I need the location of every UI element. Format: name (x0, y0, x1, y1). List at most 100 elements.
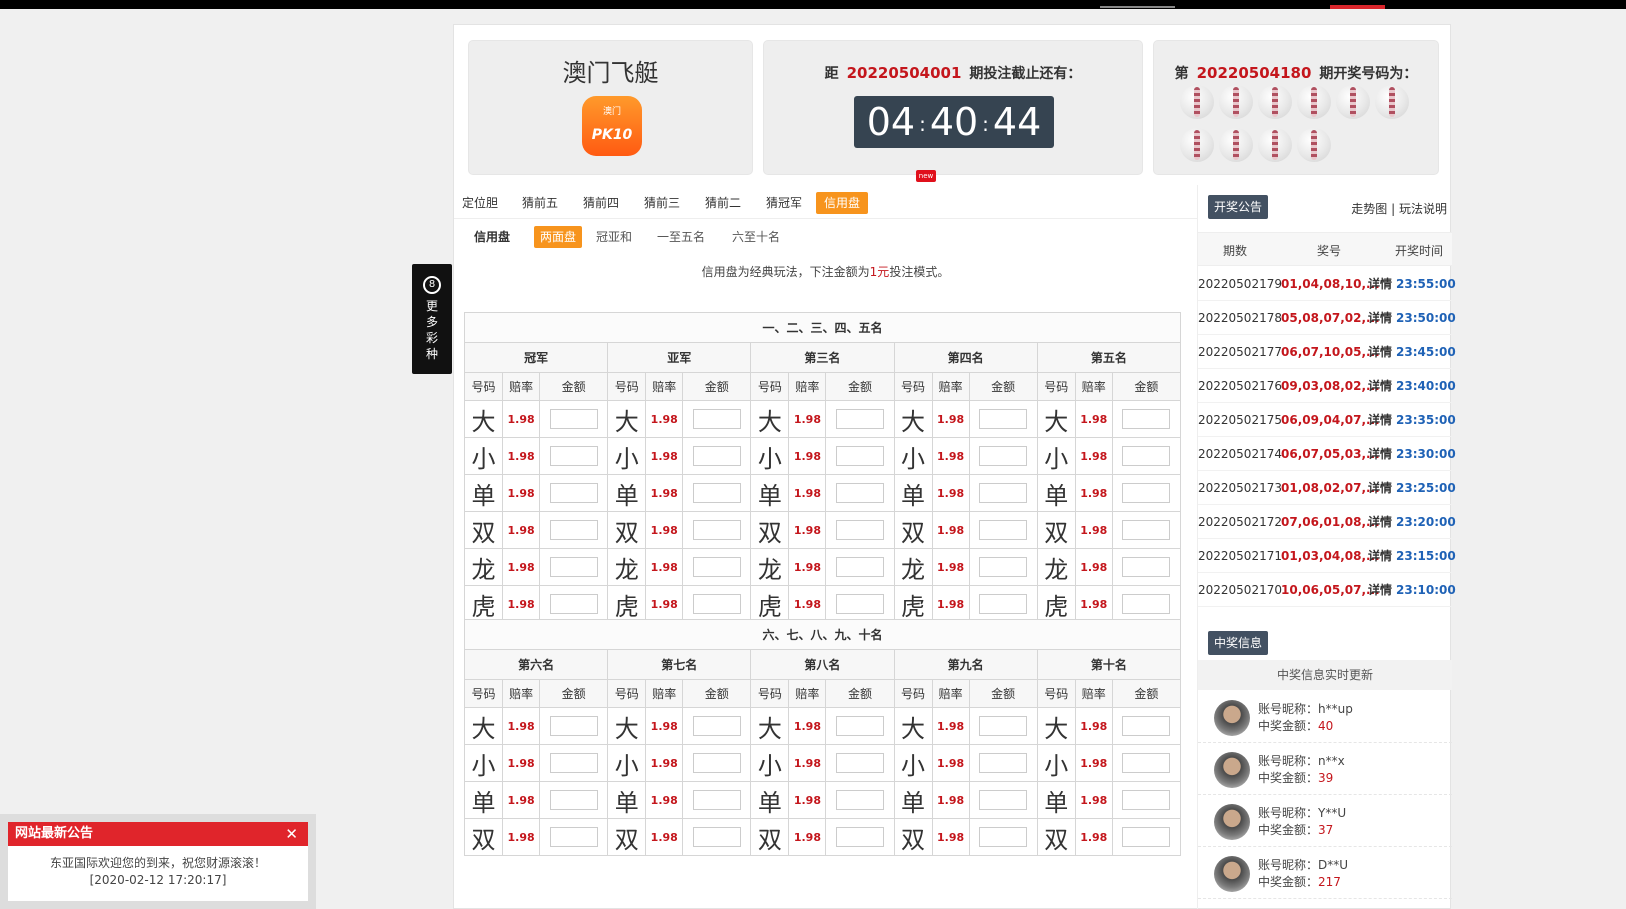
bet-row: 大 1.98 大 1.98 大 1.98 大 1.98 大 1.98 (463, 400, 1182, 438)
tab-0[interactable]: 定位胆 (454, 192, 506, 214)
bet-amount-input[interactable] (979, 557, 1028, 577)
bet-amount-input[interactable] (549, 557, 598, 577)
bet-odds: 1.98 (502, 707, 541, 745)
bet-amount-input[interactable] (692, 409, 741, 429)
tab-1[interactable]: 猜前五 (514, 192, 566, 214)
result-time: 23:15:00 (1396, 549, 1456, 563)
bet-amount-input[interactable] (549, 594, 598, 614)
bet-amount-input[interactable] (979, 520, 1028, 540)
bet-amount-input[interactable] (1122, 520, 1171, 540)
bet-amount-input[interactable] (692, 520, 741, 540)
bet-amount-input[interactable] (692, 557, 741, 577)
bet-amount-input[interactable] (979, 790, 1028, 810)
tab-3[interactable]: 猜前三 (636, 192, 688, 214)
more-lotteries-tab[interactable]: 8 更多彩种 (412, 264, 452, 374)
bet-odds: 1.98 (645, 474, 684, 512)
col-amount-header: 金额 (682, 372, 752, 401)
col-amount-header: 金额 (539, 372, 609, 401)
bet-amount-input[interactable] (692, 827, 741, 847)
bet-amount-input[interactable] (979, 483, 1028, 503)
winner-amount-line: 中奖金额：37 (1258, 821, 1333, 838)
tab-2[interactable]: 猜前四 (575, 192, 627, 214)
bet-amount-input[interactable] (549, 483, 598, 503)
bet-amount-input[interactable] (979, 827, 1028, 847)
subtab-4[interactable]: 六至十名 (726, 226, 786, 248)
amount-cell (1111, 511, 1182, 549)
bet-amount-input[interactable] (692, 446, 741, 466)
tab-5[interactable]: 猜冠军 (758, 192, 810, 214)
last-draw-line: 第 20220504180 期开奖号码为： (1154, 63, 1438, 83)
result-detail-link[interactable]: 详情 (1368, 335, 1392, 369)
bet-amount-input[interactable] (692, 483, 741, 503)
amount-cell (825, 707, 895, 745)
bet-amount-input[interactable] (835, 790, 884, 810)
result-numbers: 01,03,04,08,... (1281, 549, 1380, 563)
bet-amount-input[interactable] (979, 716, 1028, 736)
bet-amount-input[interactable] (835, 753, 884, 773)
result-detail-link[interactable]: 详情 (1368, 403, 1392, 437)
bet-amount-input[interactable] (1122, 594, 1171, 614)
bet-symbol: 双 (750, 511, 790, 549)
bet-odds: 1.98 (1074, 818, 1113, 856)
bet-odds: 1.98 (788, 707, 827, 745)
result-detail-link[interactable]: 详情 (1368, 573, 1392, 607)
result-detail-link[interactable]: 详情 (1368, 505, 1392, 539)
result-detail-link[interactable]: 详情 (1368, 539, 1392, 573)
rules-link[interactable]: 玩法说明 (1399, 202, 1447, 216)
bet-amount-input[interactable] (549, 827, 598, 847)
result-time: 23:45:00 (1396, 345, 1456, 359)
bet-amount-input[interactable] (835, 557, 884, 577)
bet-amount-input[interactable] (549, 716, 598, 736)
bet-amount-input[interactable] (835, 594, 884, 614)
subtab-3[interactable]: 一至五名 (651, 226, 711, 248)
col-amount-header: 金额 (1111, 679, 1182, 708)
result-numbers: 06,09,04,07,... (1281, 413, 1380, 427)
result-detail-link[interactable]: 详情 (1368, 301, 1392, 335)
bet-amount-input[interactable] (549, 409, 598, 429)
bet-amount-input[interactable] (979, 753, 1028, 773)
subtab-2[interactable]: 冠亚和 (590, 226, 638, 248)
bet-amount-input[interactable] (979, 594, 1028, 614)
amount-cell (682, 744, 752, 782)
col-amount-header: 金额 (968, 679, 1038, 708)
tab-4[interactable]: 猜前二 (697, 192, 749, 214)
bet-amount-input[interactable] (1122, 827, 1171, 847)
win-info-button[interactable]: 中奖信息 (1208, 631, 1269, 655)
announce-button[interactable]: 开奖公告 (1208, 195, 1269, 219)
bet-amount-input[interactable] (1122, 790, 1171, 810)
bet-amount-input[interactable] (979, 446, 1028, 466)
bet-amount-input[interactable] (1122, 446, 1171, 466)
result-ball-icon (1258, 85, 1292, 119)
countdown-line: 距 20220504001 期投注截止还有： (764, 63, 1142, 83)
bet-amount-input[interactable] (549, 753, 598, 773)
bet-amount-input[interactable] (549, 446, 598, 466)
bet-amount-input[interactable] (835, 483, 884, 503)
tab-6[interactable]: 信用盘 (816, 192, 869, 214)
bet-amount-input[interactable] (1122, 483, 1171, 503)
result-detail-link[interactable]: 详情 (1368, 471, 1392, 505)
bet-amount-input[interactable] (835, 520, 884, 540)
result-detail-link[interactable]: 详情 (1368, 437, 1392, 471)
bet-amount-input[interactable] (692, 716, 741, 736)
result-detail-link[interactable]: 详情 (1368, 267, 1392, 301)
bet-amount-input[interactable] (835, 716, 884, 736)
subtab-1[interactable]: 两面盘 (534, 226, 583, 248)
col-num-header: 号码 (463, 372, 504, 401)
bet-amount-input[interactable] (1122, 557, 1171, 577)
bet-amount-input[interactable] (549, 520, 598, 540)
close-icon[interactable]: ✕ (285, 822, 298, 846)
bet-amount-input[interactable] (835, 409, 884, 429)
bet-amount-input[interactable] (1122, 409, 1171, 429)
bet-amount-input[interactable] (835, 446, 884, 466)
trend-link[interactable]: 走势图 (1351, 202, 1387, 216)
result-detail-link[interactable]: 详情 (1368, 369, 1392, 403)
bet-amount-input[interactable] (692, 790, 741, 810)
bet-amount-input[interactable] (692, 753, 741, 773)
bet-amount-input[interactable] (1122, 716, 1171, 736)
winner-item: 账号昵称：D**U 中奖金额：217 (1198, 847, 1452, 899)
bet-amount-input[interactable] (549, 790, 598, 810)
bet-amount-input[interactable] (692, 594, 741, 614)
bet-amount-input[interactable] (979, 409, 1028, 429)
bet-amount-input[interactable] (835, 827, 884, 847)
bet-amount-input[interactable] (1122, 753, 1171, 773)
